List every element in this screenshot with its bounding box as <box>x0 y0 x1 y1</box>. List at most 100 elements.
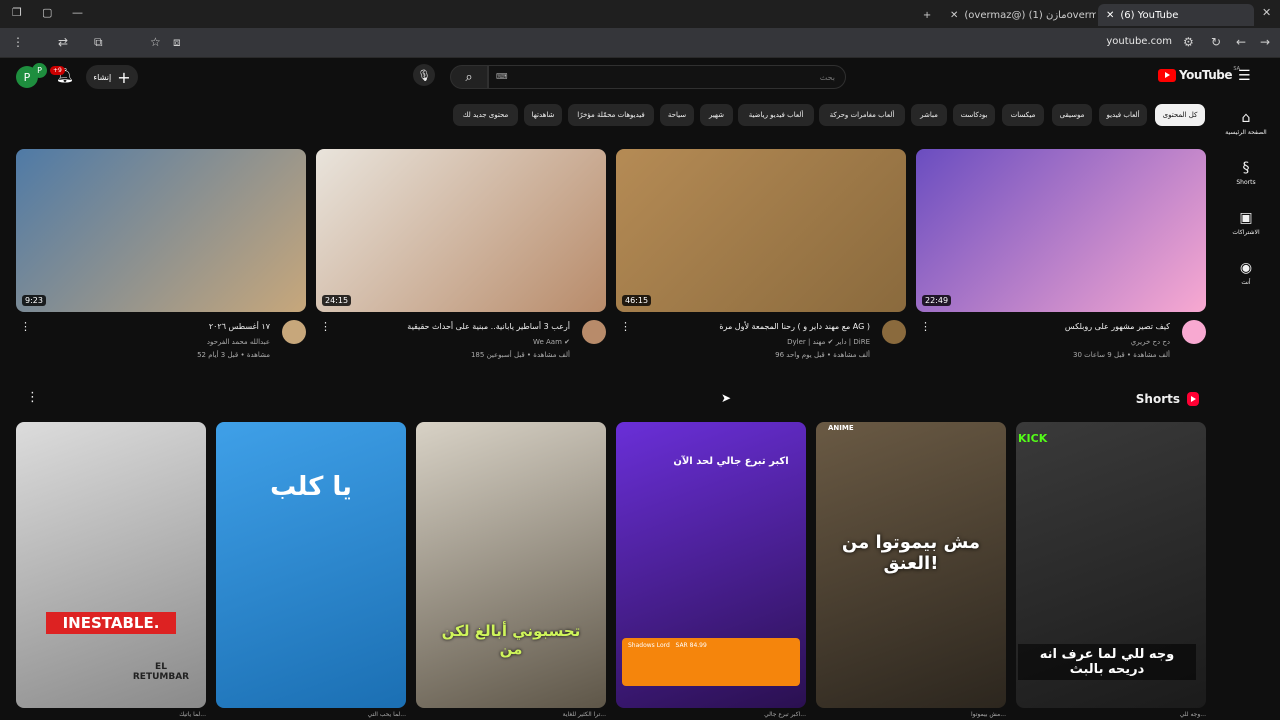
notifications-badge: +9 <box>50 66 65 75</box>
short-title-strip[interactable]: مش بيموتوا... <box>816 711 1006 720</box>
voice-search-mic-icon[interactable]: 🎙︎ <box>413 64 435 86</box>
video-duration: 24:15 <box>322 295 352 306</box>
close-tab-icon[interactable]: ✕ <box>1106 10 1114 21</box>
chip-travel[interactable]: سياحة <box>660 104 694 126</box>
chip-video-games[interactable]: ألعاب فيديو <box>1099 104 1147 126</box>
short-caption: يا كلب <box>270 472 352 502</box>
url-text[interactable]: youtube.com <box>1106 36 1172 47</box>
short-caption-secondary: EL RETUMBAR <box>132 662 190 682</box>
channel-avatar[interactable] <box>582 320 606 344</box>
more-options-icon[interactable]: ⋮ <box>320 320 331 333</box>
video-card[interactable]: 9:23 ١٧ أغسطس ٢٠٢٦ عبدالله محمد الفرحود … <box>16 149 306 370</box>
video-channel[interactable]: دح دح خريري <box>1131 338 1170 346</box>
chip-music[interactable]: موسيقى <box>1052 104 1092 126</box>
tab-search-icon[interactable]: ⇄ <box>58 35 68 49</box>
filter-chips-bar: كل المحتوى ألعاب فيديو موسيقى ميكسات بود… <box>0 104 1220 126</box>
channel-avatar[interactable] <box>282 320 306 344</box>
site-info-icon[interactable]: ⚙ <box>1183 35 1194 49</box>
guide-item-subscriptions[interactable]: ▣ الاشتراكات <box>1222 210 1270 236</box>
video-stats: 30 ألف مشاهدة • قبل 9 ساعات <box>1072 351 1170 359</box>
logo-text: YouTube <box>1179 68 1233 82</box>
back-icon[interactable]: → <box>1260 35 1270 49</box>
bookmark-star-icon[interactable]: ☆ <box>150 35 161 49</box>
channel-avatar[interactable] <box>882 320 906 344</box>
video-title[interactable]: أرعب 3 أساطير يابانية.. مبنية على أحداث … <box>407 322 570 331</box>
short-title-strip[interactable]: لما يحب التي... <box>216 711 406 720</box>
donation-amount: SAR 84.99 <box>675 642 707 649</box>
search-button[interactable]: ⌕ <box>450 65 488 89</box>
anime-tag: ANIME <box>828 424 854 432</box>
chip-popular[interactable]: شهير <box>700 104 733 126</box>
create-button[interactable]: إنشاء + <box>86 65 138 89</box>
tab-youtube[interactable]: ✕ (6) YouTube <box>1098 4 1254 26</box>
video-card[interactable]: 46:15 رحنا المجمعة لأول مرة ( مع مهند دا… <box>616 149 906 370</box>
video-channel[interactable]: We Aam ✔ <box>533 338 570 346</box>
short-card[interactable]: يا كلب <box>216 422 406 708</box>
short-card[interactable]: تحسبوني أبالغ لكن من <box>416 422 606 708</box>
short-caption: اكبر تبرع جالي لحد الآن <box>673 456 789 467</box>
tab-x[interactable]: ✕ (overmaz@) مازن (1)overmaz <box>942 4 1096 26</box>
keyboard-icon[interactable]: ⌨ <box>496 72 508 81</box>
short-card[interactable]: اكبر تبرع جالي لحد الآن Shadows Lord SAR… <box>616 422 806 708</box>
plus-icon: + <box>117 67 131 87</box>
short-card[interactable]: KICK وجه للي لما عرف انه دريحه بالبث <box>1016 422 1206 708</box>
reload-icon[interactable]: ↻ <box>1211 35 1221 49</box>
short-title-strip[interactable]: ترا الكثير للغاية... <box>416 711 606 720</box>
short-caption: تحسبوني أبالغ لكن من <box>441 622 581 658</box>
more-options-icon[interactable]: ⋮ <box>620 320 631 333</box>
video-thumbnail[interactable]: 46:15 <box>616 149 906 312</box>
youtube-header: P 🔔︎ +9 إنشاء + 🎙︎ ⌕ ⌨ YouTube SA ☰ <box>0 58 1280 98</box>
more-options-icon[interactable]: ⋮ <box>20 320 31 333</box>
more-options-icon[interactable]: ⋮ <box>920 320 931 333</box>
chip-recently-uploaded[interactable]: فيديوهات محمّلة مؤخرًا <box>568 104 654 126</box>
back-window-icon[interactable]: ❐ <box>12 6 22 19</box>
short-card[interactable]: INESTABLE. EL RETUMBAR <box>16 422 206 708</box>
menu-icon[interactable]: ⋮ <box>12 35 24 49</box>
short-title-strip[interactable]: اكبر تبرع جالي... <box>616 711 806 720</box>
video-title[interactable]: ١٧ أغسطس ٢٠٢٦ <box>209 322 270 331</box>
short-title-strip[interactable]: وجه للي... <box>1016 711 1206 720</box>
video-channel[interactable]: Dyler | داير ✔ مهند | DiRE <box>787 338 870 346</box>
shorts-logo-icon <box>1187 392 1199 406</box>
guide-item-shorts[interactable]: § Shorts <box>1222 160 1270 186</box>
video-thumbnail[interactable]: 24:15 <box>316 149 606 312</box>
chip-mixes[interactable]: ميكسات <box>1002 104 1044 126</box>
account-avatar[interactable]: P <box>16 66 38 88</box>
guide-item-home[interactable]: ⌂ الصفحة الرئيسية <box>1222 110 1270 136</box>
video-thumbnail[interactable]: 9:23 <box>16 149 306 312</box>
short-card[interactable]: ANIME مش بيموتوا من العنق! <box>816 422 1006 708</box>
chip-new-to-you[interactable]: محتوى جديد لك <box>453 104 518 126</box>
you-icon: ◉ <box>1239 260 1253 276</box>
video-title[interactable]: رحنا المجمعة لأول مرة ( مع مهند داير و A… <box>719 322 870 331</box>
chip-podcasts[interactable]: بودكاست <box>953 104 995 126</box>
video-duration: 22:49 <box>922 295 952 306</box>
video-card[interactable]: 24:15 أرعب 3 أساطير يابانية.. مبنية على … <box>316 149 606 370</box>
chip-live[interactable]: مباشر <box>911 104 947 126</box>
restore-icon[interactable]: ▢ <box>42 6 52 19</box>
video-channel[interactable]: عبدالله محمد الفرحود <box>207 338 270 346</box>
guide-item-you[interactable]: ◉ أنت <box>1222 260 1270 286</box>
video-title[interactable]: كيف تصير مشهور على روبلكس <box>1065 322 1170 331</box>
chip-action-adventure[interactable]: ألعاب مغامرات وحركة <box>819 104 905 126</box>
short-title-strip[interactable]: لما يأتيك... <box>16 711 206 720</box>
share-icon[interactable]: ⧈ <box>173 35 181 50</box>
chip-watched[interactable]: شاهدتها <box>524 104 562 126</box>
guide-label: الصفحة الرئيسية <box>1225 129 1267 136</box>
guide-label: أنت <box>1241 279 1251 286</box>
chip-sports-games[interactable]: ألعاب فيديو رياضية <box>738 104 814 126</box>
donor-name: Shadows Lord <box>628 642 670 649</box>
extensions-icon[interactable]: ⧉ <box>94 35 103 50</box>
new-tab-button[interactable]: + <box>918 4 936 26</box>
chip-all[interactable]: كل المحتوى <box>1155 104 1205 126</box>
close-window-icon[interactable]: ✕ <box>1262 6 1271 19</box>
video-card[interactable]: 22:49 كيف تصير مشهور على روبلكس دح دح خر… <box>916 149 1206 370</box>
youtube-logo[interactable]: YouTube SA <box>1158 66 1240 82</box>
close-tab-icon[interactable]: ✕ <box>950 10 958 21</box>
forward-icon[interactable]: ← <box>1236 35 1246 49</box>
channel-avatar[interactable] <box>1182 320 1206 344</box>
minimize-icon[interactable]: — <box>72 6 83 19</box>
video-thumbnail[interactable]: 22:49 <box>916 149 1206 312</box>
more-options-icon[interactable]: ⋮ <box>26 390 39 405</box>
search-input[interactable] <box>488 65 846 89</box>
hamburger-menu-icon[interactable]: ☰ <box>1238 68 1251 84</box>
